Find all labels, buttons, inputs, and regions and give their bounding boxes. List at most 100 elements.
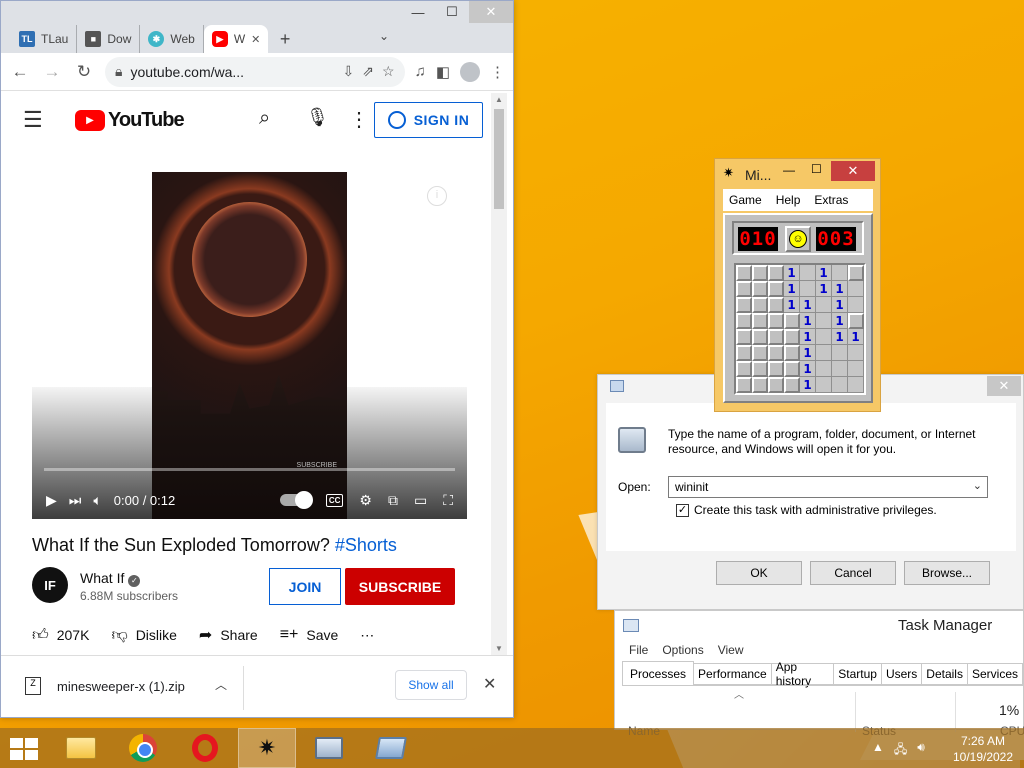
covered-cell[interactable]	[752, 345, 768, 361]
covered-cell[interactable]	[768, 265, 784, 281]
open-combobox[interactable]: wininit ⌄	[668, 476, 988, 498]
tab-startup[interactable]: Startup	[834, 663, 882, 685]
show-hidden-icons-icon[interactable]: ▲	[872, 740, 884, 761]
covered-cell[interactable]	[784, 377, 800, 393]
tab-web[interactable]: ✱ Web	[140, 25, 204, 53]
covered-cell[interactable]	[768, 313, 784, 329]
taskbar-minesweeper[interactable]: ✷	[238, 728, 296, 768]
covered-cell[interactable]	[736, 265, 752, 281]
covered-cell[interactable]	[736, 281, 752, 297]
dislike-button[interactable]: 👎︎ Dislike	[111, 626, 176, 645]
covered-cell[interactable]	[848, 313, 864, 329]
tab-performance[interactable]: Performance	[694, 663, 772, 685]
more-actions-icon[interactable]: ⋯	[360, 627, 374, 644]
profile-avatar-icon[interactable]	[460, 61, 480, 82]
covered-cell[interactable]	[784, 345, 800, 361]
menu-extras[interactable]: Extras	[814, 193, 848, 207]
covered-cell[interactable]	[784, 361, 800, 377]
covered-cell[interactable]	[736, 313, 752, 329]
menu-game[interactable]: Game	[729, 193, 762, 207]
covered-cell[interactable]	[752, 265, 768, 281]
hamburger-menu-icon[interactable]: ☰	[23, 107, 53, 133]
covered-cell[interactable]	[736, 345, 752, 361]
covered-cell[interactable]	[736, 361, 752, 377]
minimize-button[interactable]: —	[401, 1, 435, 23]
progress-bar[interactable]	[44, 468, 455, 471]
download-item[interactable]: minesweeper-x (1).zip	[57, 679, 185, 694]
back-arrow-icon[interactable]: ←	[9, 62, 31, 82]
covered-cell[interactable]	[736, 377, 752, 393]
minimize-button[interactable]: —	[783, 163, 795, 177]
tab-app-history[interactable]: App history	[771, 660, 835, 688]
sort-caret-icon[interactable]: ︿	[734, 686, 744, 701]
chrome-menu-icon[interactable]: ⋮	[490, 63, 505, 81]
covered-cell[interactable]	[752, 313, 768, 329]
video-frame[interactable]: SUBSCRIBE	[152, 172, 347, 519]
covered-cell[interactable]	[848, 265, 864, 281]
url-text[interactable]: youtube.com/wa...	[130, 64, 334, 80]
tab-services[interactable]: Services	[967, 663, 1023, 685]
close-download-bar-icon[interactable]: ✕	[483, 674, 496, 694]
taskbar-task-manager[interactable]	[300, 728, 358, 768]
scroll-up-icon[interactable]: ▲	[495, 95, 503, 104]
address-bar[interactable]: 🔒︎ youtube.com/wa... ⇩ ⇗ ☆	[105, 56, 405, 87]
tab-search-chevron-icon[interactable]: ⌄	[379, 29, 389, 43]
youtube-logo[interactable]: ▶ YouTube	[75, 109, 185, 132]
start-button[interactable]	[10, 738, 38, 760]
join-button[interactable]: JOIN	[269, 568, 341, 605]
covered-cell[interactable]	[752, 377, 768, 393]
subscribe-button[interactable]: SUBSCRIBE	[345, 568, 455, 605]
close-window-button[interactable]: ✕	[469, 1, 513, 23]
taskbar-chrome[interactable]	[114, 728, 172, 768]
chevron-up-icon[interactable]: ︿	[215, 676, 227, 693]
close-tab-icon[interactable]: ✕	[251, 33, 260, 46]
covered-cell[interactable]	[768, 345, 784, 361]
cancel-button[interactable]: Cancel	[810, 561, 896, 585]
close-window-button[interactable]: ✕	[831, 161, 875, 181]
settings-gear-icon[interactable]: ⚙	[359, 492, 372, 509]
network-icon[interactable]: 🖧︎	[894, 740, 907, 761]
search-icon[interactable]: ⌕	[259, 107, 270, 130]
tab-tlauncher[interactable]: TL TLau	[11, 25, 78, 53]
covered-cell[interactable]	[784, 329, 800, 345]
covered-cell[interactable]	[768, 281, 784, 297]
open-input-value[interactable]: wininit	[675, 480, 708, 494]
shorts-hashtag-link[interactable]: #Shorts	[335, 535, 397, 555]
menu-help[interactable]: Help	[776, 193, 801, 207]
chevron-down-icon[interactable]: ⌄	[973, 479, 982, 492]
next-icon[interactable]: ⏭	[69, 492, 82, 509]
menu-options[interactable]: Options	[662, 643, 703, 657]
captions-icon[interactable]: CC	[325, 493, 344, 507]
tab-processes[interactable]: Processes	[622, 661, 695, 685]
covered-cell[interactable]	[752, 297, 768, 313]
menu-file[interactable]: File	[629, 643, 648, 657]
taskbar-file-explorer[interactable]	[52, 728, 110, 768]
channel-name[interactable]: What If ✓	[80, 570, 141, 587]
covered-cell[interactable]	[768, 361, 784, 377]
system-clock[interactable]: 7:26 AM 10/19/2022	[948, 733, 1018, 765]
new-tab-button[interactable]: +	[280, 29, 291, 50]
checkbox-checked-icon[interactable]: ✓	[676, 503, 689, 517]
info-icon[interactable]: i	[427, 186, 447, 206]
channel-avatar[interactable]: IF	[32, 567, 68, 603]
scroll-down-icon[interactable]: ▼	[495, 644, 503, 653]
covered-cell[interactable]	[752, 361, 768, 377]
covered-cell[interactable]	[736, 297, 752, 313]
page-scrollbar[interactable]: ▲ ▼	[491, 93, 507, 655]
reload-icon[interactable]: ↻	[73, 62, 95, 82]
miniplayer-icon[interactable]: ⧉	[388, 492, 398, 509]
ok-button[interactable]: OK	[716, 561, 802, 585]
theater-mode-icon[interactable]: ▭	[414, 492, 427, 509]
admin-privileges-checkbox[interactable]: ✓ Create this task with administrative p…	[676, 503, 937, 517]
forward-arrow-icon[interactable]: →	[41, 62, 63, 82]
tab-users[interactable]: Users	[881, 663, 923, 685]
save-button[interactable]: ≡+ Save	[280, 626, 339, 644]
dialog-close-button[interactable]: ✕	[987, 376, 1021, 396]
tab-details[interactable]: Details	[922, 663, 968, 685]
volume-icon[interactable]: 🔈︎	[93, 492, 101, 509]
fullscreen-icon[interactable]: ⛶	[443, 492, 453, 509]
scroll-thumb[interactable]	[494, 109, 504, 209]
autoplay-toggle[interactable]	[279, 491, 313, 509]
covered-cell[interactable]	[752, 329, 768, 345]
tab-download[interactable]: ■ Dow	[77, 25, 141, 53]
